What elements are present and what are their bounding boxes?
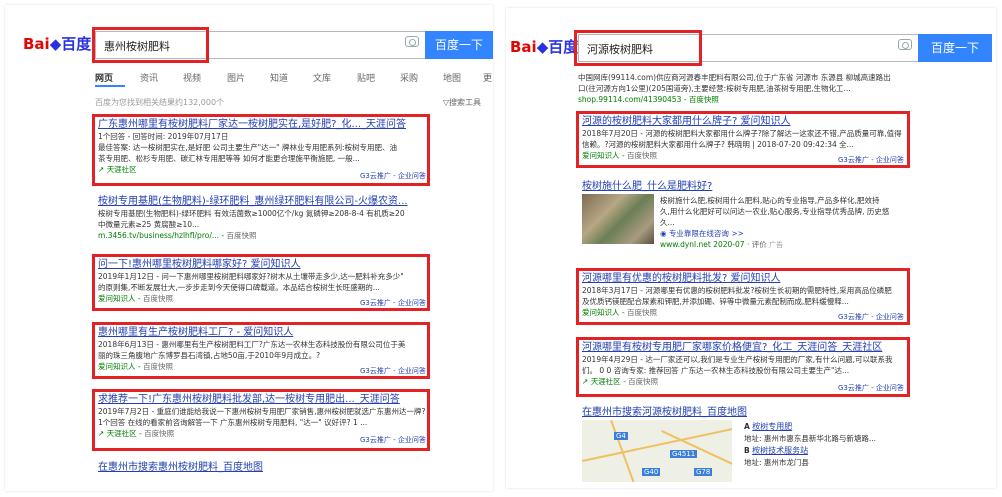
chat-icon: ◉ (660, 229, 667, 238)
tab-tieba[interactable]: 贴吧 (357, 71, 375, 84)
search-button[interactable]: 百度一下 (425, 31, 493, 59)
annotation-box (92, 322, 430, 379)
tab-map[interactable]: 地图 (443, 71, 461, 84)
search-result: 桉树专用基肥(生物肥料)-绿环肥料_惠州绿环肥料有限公司-火爆农资... 桉树专… (98, 195, 408, 240)
tab-zhidao[interactable]: 知道 (270, 71, 288, 84)
annotation-box (576, 337, 910, 397)
tab-purchase[interactable]: 采购 (400, 71, 418, 84)
result-snippet: 桉树施什么肥,桉树用什么肥料,贴心的专业指导,产品多样化,肥效持 久,用什么化肥… (660, 196, 890, 249)
annotation-box (92, 27, 209, 63)
road-label: G4 (614, 432, 628, 440)
baidu-logo[interactable]: Bai◆百度 (510, 38, 578, 56)
camera-icon[interactable] (405, 36, 419, 47)
annotation-box (576, 268, 910, 325)
tab-web[interactable]: 网页 (95, 71, 113, 84)
road-label: G78 (694, 468, 713, 476)
road-line (582, 426, 732, 462)
annotation-box (92, 114, 430, 186)
header: Bai◆百度 惠州桉树肥料 百度一下 (5, 5, 493, 65)
map-search-link[interactable]: 在惠州市搜索河源桉树肥料_百度地图 (582, 406, 747, 419)
right-screenshot: Bai◆百度 河源桉树肥料 百度一下 中国网库(99114.com)供应商河源春… (506, 8, 996, 488)
tab-more[interactable]: 更 (483, 71, 492, 84)
paw-icon: ◆ (49, 35, 62, 53)
result-thumbnail[interactable] (582, 194, 654, 244)
search-button[interactable]: 百度一下 (918, 34, 992, 62)
road-label: G40 (642, 468, 661, 476)
tab-video[interactable]: 视频 (183, 71, 201, 84)
search-tools[interactable]: ▽搜索工具 (443, 97, 481, 108)
paw-icon: ◆ (536, 38, 549, 56)
baidu-logo[interactable]: Bai◆百度 (23, 35, 91, 53)
map-search-link[interactable]: 在惠州市搜索惠州桉树肥料_百度地图 (98, 461, 263, 474)
tab-news[interactable]: 资讯 (140, 71, 158, 84)
tab-wenku[interactable]: 文库 (313, 71, 331, 84)
search-result: 中国网库(99114.com)供应商河源春丰肥料有限公司,位于广东省 河源市 东… (578, 73, 891, 104)
annotation-box (576, 111, 910, 168)
annotation-box (92, 389, 430, 451)
annotation-box (574, 30, 702, 66)
tab-images[interactable]: 图片 (227, 71, 245, 84)
result-count: 百度为您找到相关结果约132,000个 (95, 98, 225, 107)
map-thumbnail[interactable]: G4 G4511 G78 G40 (582, 420, 732, 482)
camera-icon[interactable] (898, 39, 912, 50)
left-screenshot: Bai◆百度 惠州桉树肥料 百度一下 网页 资讯 视频 图片 知道 文库 贴吧 … (5, 5, 493, 491)
map-entries: A 桉树专用肥 地址: 惠州市惠东县新华北路与新塘路... B 桉树技术服务站 … (744, 422, 877, 467)
search-result: 桉树施什么肥_什么是肥料好? (582, 180, 712, 193)
search-tabs: 网页 资讯 视频 图片 知道 文库 贴吧 采购 地图 更 (95, 71, 493, 87)
road-label: G4511 (670, 450, 698, 458)
annotation-box (92, 254, 430, 311)
active-tab-indicator (95, 85, 125, 87)
result-title[interactable]: 桉树专用基肥(生物肥料)-绿环肥料_惠州绿环肥料有限公司-火爆农资... (98, 195, 408, 208)
result-title[interactable]: 桉树施什么肥_什么是肥料好? (582, 180, 712, 193)
